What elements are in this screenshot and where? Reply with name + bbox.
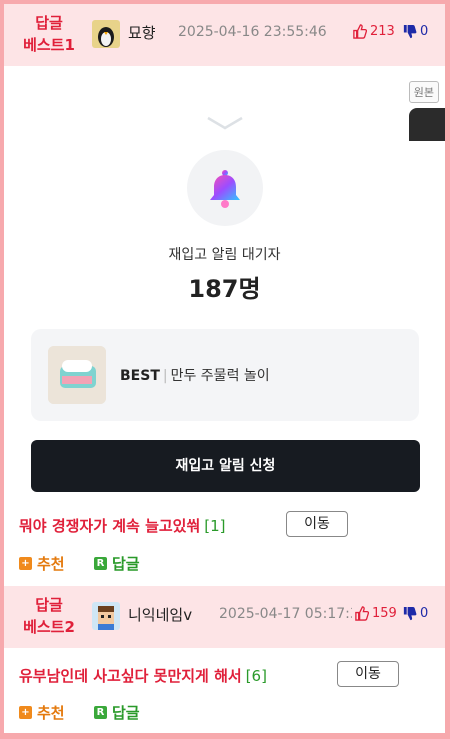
restock-alert-button[interactable]: 재입고 알림 신청 bbox=[31, 440, 420, 492]
recommend-button[interactable]: + 추천 bbox=[19, 553, 65, 574]
best-label-1-line1: 답글 bbox=[35, 14, 63, 32]
downvote-count: 0 bbox=[420, 24, 429, 39]
move-button[interactable]: 이동 bbox=[337, 661, 399, 687]
plus-icon: + bbox=[19, 706, 32, 719]
recommend-label: 추천 bbox=[37, 555, 65, 573]
downvote-button[interactable]: 0 bbox=[402, 606, 428, 621]
upvote-count: 159 bbox=[372, 606, 397, 621]
best-reply-header-1: 답글 베스트1 묘향 2025-04-16 23:55:46 213 0 bbox=[4, 4, 445, 66]
thumbs-down-icon bbox=[403, 606, 417, 621]
best-label-2-line1: 답글 bbox=[35, 596, 63, 614]
comment-count: [6] bbox=[245, 667, 267, 685]
recommend-button[interactable]: + 추천 bbox=[19, 702, 65, 723]
best-label-2-line2: 베스트2 bbox=[23, 618, 75, 636]
avatar[interactable] bbox=[92, 602, 120, 630]
reply-button[interactable]: R 답글 bbox=[94, 553, 140, 574]
post-datetime: 2025-04-16 23:55:46 bbox=[178, 24, 327, 40]
downvote-count: 0 bbox=[420, 606, 429, 621]
thread-title-text[interactable]: 유부남인데 사고싶다 못만지게 해서 bbox=[19, 667, 242, 685]
username[interactable]: 니익네임v bbox=[128, 604, 192, 625]
recommend-label: 추천 bbox=[37, 704, 65, 722]
reply-r-icon: R bbox=[94, 557, 107, 570]
original-image-badge[interactable]: 원본 bbox=[408, 81, 439, 103]
chevron-down-icon bbox=[207, 116, 243, 130]
thread-title-2[interactable]: 유부남인데 사고싶다 못만지게 해서 [6] bbox=[19, 665, 267, 686]
best-label-2: 답글 베스트2 bbox=[14, 594, 84, 638]
restock-waiters-label: 재입고 알림 대기자 bbox=[168, 247, 281, 263]
best-label-1-line2: 베스트1 bbox=[23, 36, 75, 54]
reply-r-icon: R bbox=[94, 706, 107, 719]
product-title: BEST | 만두 주물럭 놀이 bbox=[120, 365, 270, 385]
avatar[interactable] bbox=[92, 20, 120, 48]
thread-title-1[interactable]: 뭐야 경쟁자가 계속 늘고있쒀 [1] bbox=[19, 515, 226, 536]
move-button[interactable]: 이동 bbox=[286, 511, 348, 537]
post-datetime: 2025-04-17 05:17:34 bbox=[219, 606, 368, 622]
restock-waiters-count: 187명 bbox=[188, 275, 261, 303]
thumbs-up-icon bbox=[355, 606, 369, 621]
comment-frame: 답글 베스트1 묘향 2025-04-16 23:55:46 213 0 원본 … bbox=[4, 4, 445, 733]
thumbs-up-icon bbox=[353, 24, 367, 39]
side-thumbnail bbox=[409, 108, 445, 141]
product-name: 만두 주물럭 놀이 bbox=[170, 368, 270, 384]
product-image bbox=[48, 346, 106, 404]
username[interactable]: 묘향 bbox=[128, 22, 156, 43]
bell-icon bbox=[210, 170, 240, 208]
product-best-tag: BEST bbox=[120, 368, 160, 384]
upvote-count: 213 bbox=[370, 24, 395, 39]
best-label-1: 답글 베스트1 bbox=[14, 12, 84, 56]
downvote-button[interactable]: 0 bbox=[402, 24, 428, 39]
divider: | bbox=[162, 368, 168, 384]
best-reply-header-2: 답글 베스트2 니익네임v 2025-04-17 05:17:34 159 0 bbox=[4, 586, 445, 648]
plus-icon: + bbox=[19, 557, 32, 570]
bell-badge bbox=[187, 150, 263, 226]
thread-title-text[interactable]: 뭐야 경쟁자가 계속 늘고있쒀 bbox=[19, 517, 200, 535]
comment-count: [1] bbox=[204, 517, 226, 535]
upvote-button[interactable]: 159 bbox=[352, 606, 397, 621]
upvote-button[interactable]: 213 bbox=[352, 24, 395, 39]
reply-label: 답글 bbox=[112, 555, 140, 573]
product-card[interactable]: BEST | 만두 주물럭 놀이 bbox=[31, 329, 419, 421]
thumbs-down-icon bbox=[403, 24, 417, 39]
reply-label: 답글 bbox=[112, 704, 140, 722]
reply-button[interactable]: R 답글 bbox=[94, 702, 140, 723]
